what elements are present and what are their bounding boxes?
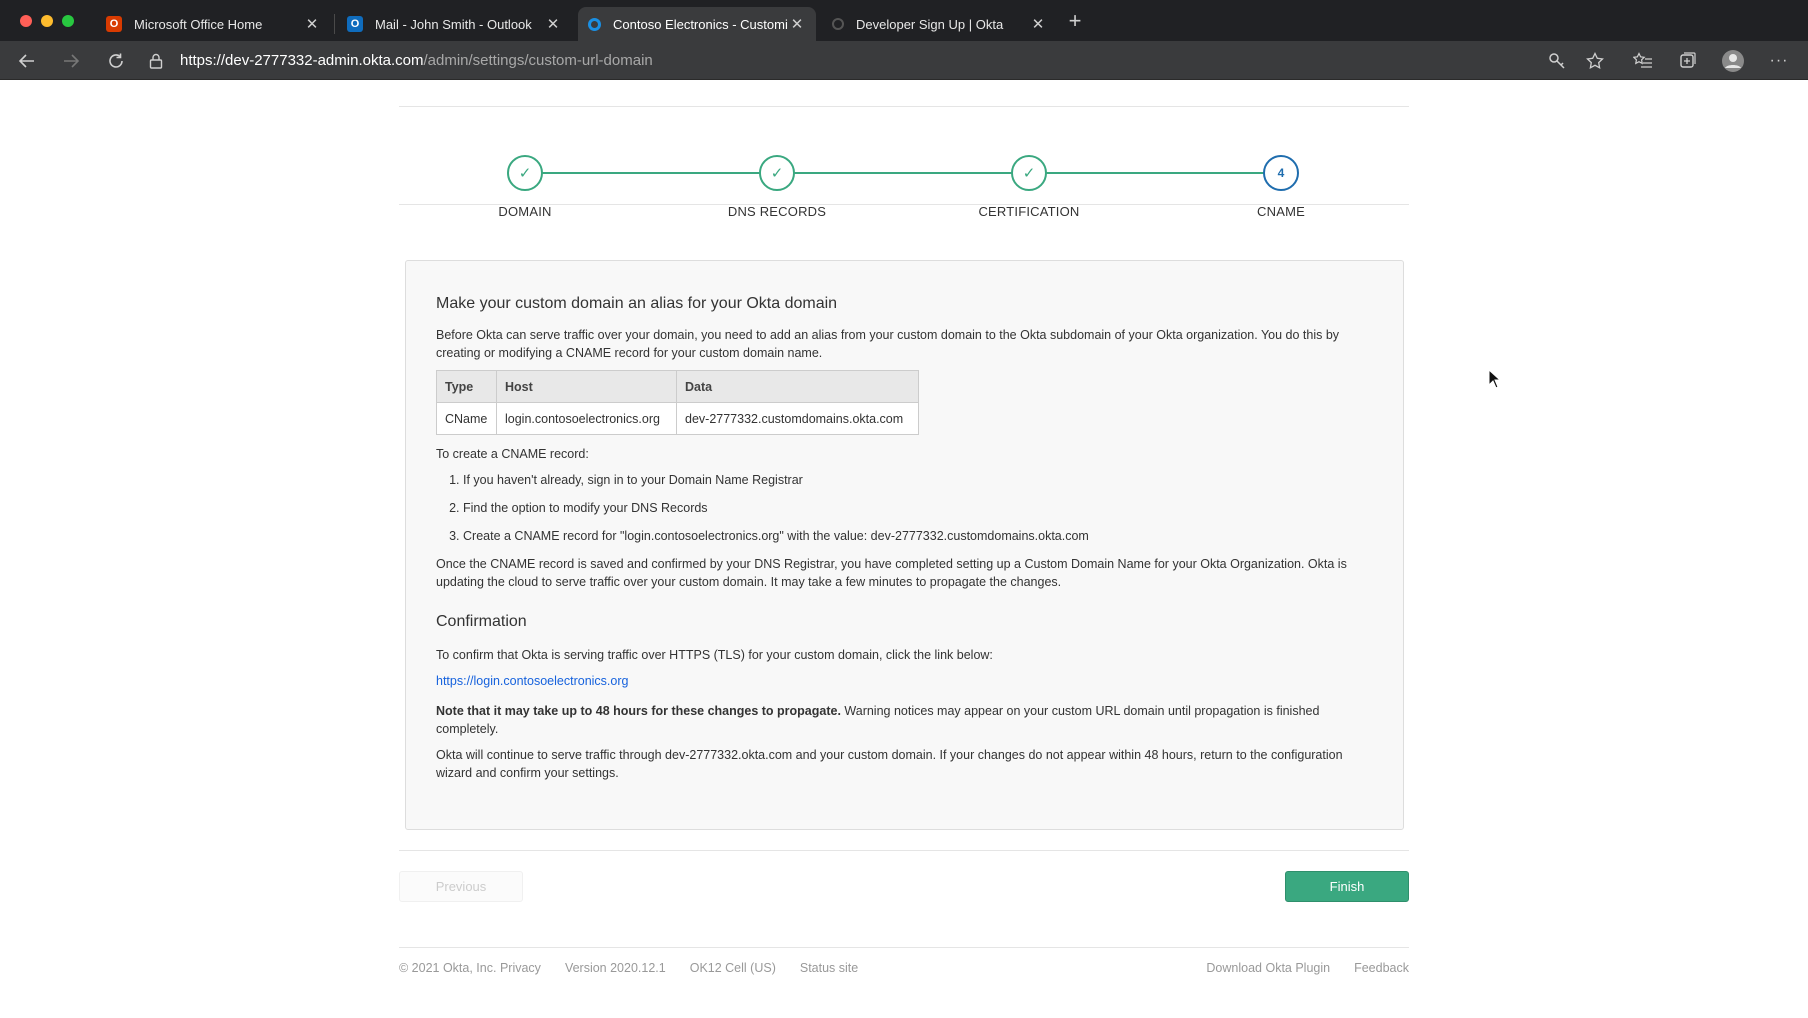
avatar-icon xyxy=(1722,50,1744,72)
divider xyxy=(399,204,1409,205)
close-icon[interactable]: ✕ xyxy=(1029,15,1047,33)
cname-instructions-panel: Make your custom domain an alias for you… xyxy=(405,260,1404,830)
table-row: CName login.contosoelectronics.org dev-2… xyxy=(436,402,919,435)
finish-button[interactable]: Finish xyxy=(1285,871,1409,902)
close-window-button[interactable] xyxy=(20,15,32,27)
list-item: Create a CNAME record for "login.contoso… xyxy=(463,527,1373,545)
url-host: https://dev-2777332-admin.okta.com xyxy=(180,52,424,69)
minimize-window-button[interactable] xyxy=(41,15,53,27)
cell-data: dev-2777332.customdomains.okta.com xyxy=(676,402,919,435)
tab-contoso-custom-domain[interactable]: Contoso Electronics - Customi ✕ xyxy=(578,7,816,41)
wizard-step-cname: 4 CNAME xyxy=(1191,155,1371,219)
panel-heading: Make your custom domain an alias for you… xyxy=(436,295,838,312)
column-header-data: Data xyxy=(676,370,919,403)
favorites-button[interactable] xyxy=(1630,48,1656,74)
page-content: ✓ DOMAIN ✓ DNS RECORDS ✓ CERTIFICATION 4… xyxy=(0,80,1808,1018)
propagation-note-bold: Note that it may take up to 48 hours for… xyxy=(436,704,841,718)
wizard-progress: ✓ DOMAIN ✓ DNS RECORDS ✓ CERTIFICATION 4… xyxy=(399,107,1409,219)
tab-outlook-mail[interactable]: O Mail - John Smith - Outlook ✕ xyxy=(337,7,572,41)
tab-developer-signup[interactable]: Developer Sign Up | Okta ✕ xyxy=(822,7,1057,41)
more-options-button[interactable]: ··· xyxy=(1766,48,1792,74)
divider xyxy=(399,947,1409,948)
browser-toolbar: https://dev-2777332-admin.okta.com/admin… xyxy=(0,41,1808,80)
cname-record-table: Type Host Data CName login.contosoelectr… xyxy=(436,370,919,435)
lock-icon xyxy=(148,53,164,69)
forward-button[interactable] xyxy=(58,48,84,74)
final-note: Okta will continue to serve traffic thro… xyxy=(436,748,1343,780)
close-icon[interactable]: ✕ xyxy=(544,15,562,33)
previous-button[interactable]: Previous xyxy=(399,871,523,902)
address-bar[interactable]: https://dev-2777332-admin.okta.com/admin… xyxy=(148,45,1528,76)
check-icon: ✓ xyxy=(759,155,795,191)
propagation-note: Note that it may take up to 48 hours for… xyxy=(436,702,1373,738)
favorite-star-button[interactable] xyxy=(1582,48,1608,74)
step-label: CERTIFICATION xyxy=(978,204,1080,219)
version-text: Version 2020.12.1 xyxy=(564,961,666,975)
url-path: /admin/settings/custom-url-domain xyxy=(423,52,653,69)
privacy-link[interactable]: Privacy xyxy=(500,961,541,975)
maximize-window-button[interactable] xyxy=(62,15,74,27)
close-icon[interactable]: ✕ xyxy=(303,15,321,33)
wizard-step-dns-records: ✓ DNS RECORDS xyxy=(687,155,867,219)
intro-text: Before Okta can serve traffic over your … xyxy=(436,328,1340,360)
back-button[interactable] xyxy=(14,48,40,74)
tab-title: Microsoft Office Home xyxy=(134,16,263,32)
copyright-text: © 2021 Okta, Inc. xyxy=(399,961,497,975)
outlook-icon: O xyxy=(347,16,363,32)
cell-host: login.contosoelectronics.org xyxy=(496,402,677,435)
step-label: CNAME xyxy=(1257,204,1305,219)
cell-type: CName xyxy=(436,402,497,435)
tab-office-home[interactable]: O Microsoft Office Home ✕ xyxy=(96,7,331,41)
tab-title: Mail - John Smith - Outlook xyxy=(375,16,532,32)
collections-button[interactable] xyxy=(1674,48,1700,74)
list-item: If you haven't already, sign in to your … xyxy=(463,471,1373,489)
new-tab-button[interactable]: + xyxy=(1063,9,1087,33)
wizard-step-domain: ✓ DOMAIN xyxy=(435,155,615,219)
divider xyxy=(399,850,1409,851)
arrow-right-icon xyxy=(64,54,80,68)
tab-title: Developer Sign Up | Okta xyxy=(856,16,1004,32)
list-item: Find the option to modify your DNS Recor… xyxy=(463,499,1373,517)
step-number: 4 xyxy=(1263,155,1299,191)
check-icon: ✓ xyxy=(507,155,543,191)
cell-text: OK12 Cell (US) xyxy=(689,961,776,975)
status-site-link[interactable]: Status site xyxy=(800,961,858,975)
column-header-type: Type xyxy=(436,370,497,403)
okta-icon xyxy=(588,17,601,31)
tab-title: Contoso Electronics - Customi xyxy=(613,16,788,32)
download-plugin-link[interactable]: Download Okta Plugin xyxy=(1206,961,1330,975)
page-footer: © 2021 Okta, Inc. Privacy Version 2020.1… xyxy=(399,961,1409,979)
arrow-left-icon xyxy=(18,54,34,68)
okta-dev-icon xyxy=(832,18,844,30)
confirmation-text: To confirm that Okta is serving traffic … xyxy=(436,648,993,662)
steps-intro: To create a CNAME record: xyxy=(436,447,589,461)
cname-steps-list: If you haven't already, sign in to your … xyxy=(463,471,1373,545)
check-icon: ✓ xyxy=(1011,155,1047,191)
mouse-cursor-icon xyxy=(1488,369,1502,389)
reload-icon xyxy=(109,53,123,68)
key-icon xyxy=(1549,53,1565,69)
key-icon-button[interactable] xyxy=(1544,48,1570,74)
confirmation-heading: Confirmation xyxy=(436,613,527,630)
close-icon[interactable]: ✕ xyxy=(788,15,806,33)
wizard-step-certification: ✓ CERTIFICATION xyxy=(939,155,1119,219)
step-label: DNS RECORDS xyxy=(727,204,827,219)
office-icon: O xyxy=(106,16,122,32)
feedback-link[interactable]: Feedback xyxy=(1354,961,1409,975)
confirmation-link[interactable]: https://login.contosoelectronics.org xyxy=(436,674,628,688)
reload-button[interactable] xyxy=(103,48,129,74)
progress-line xyxy=(525,172,1281,174)
profile-button[interactable] xyxy=(1720,48,1746,74)
completion-text: Once the CNAME record is saved and confi… xyxy=(436,557,1347,589)
star-icon xyxy=(1586,52,1604,70)
favorites-list-icon xyxy=(1633,52,1652,68)
ellipsis-icon: ··· xyxy=(1769,52,1789,69)
step-label: DOMAIN xyxy=(498,204,552,219)
url-text: https://dev-2777332-admin.okta.com/admin… xyxy=(180,52,653,69)
browser-tab-bar: O Microsoft Office Home ✕ O Mail - John … xyxy=(0,0,1808,41)
collections-icon xyxy=(1680,52,1696,68)
tab-separator xyxy=(334,14,335,34)
column-header-host: Host xyxy=(496,370,677,403)
